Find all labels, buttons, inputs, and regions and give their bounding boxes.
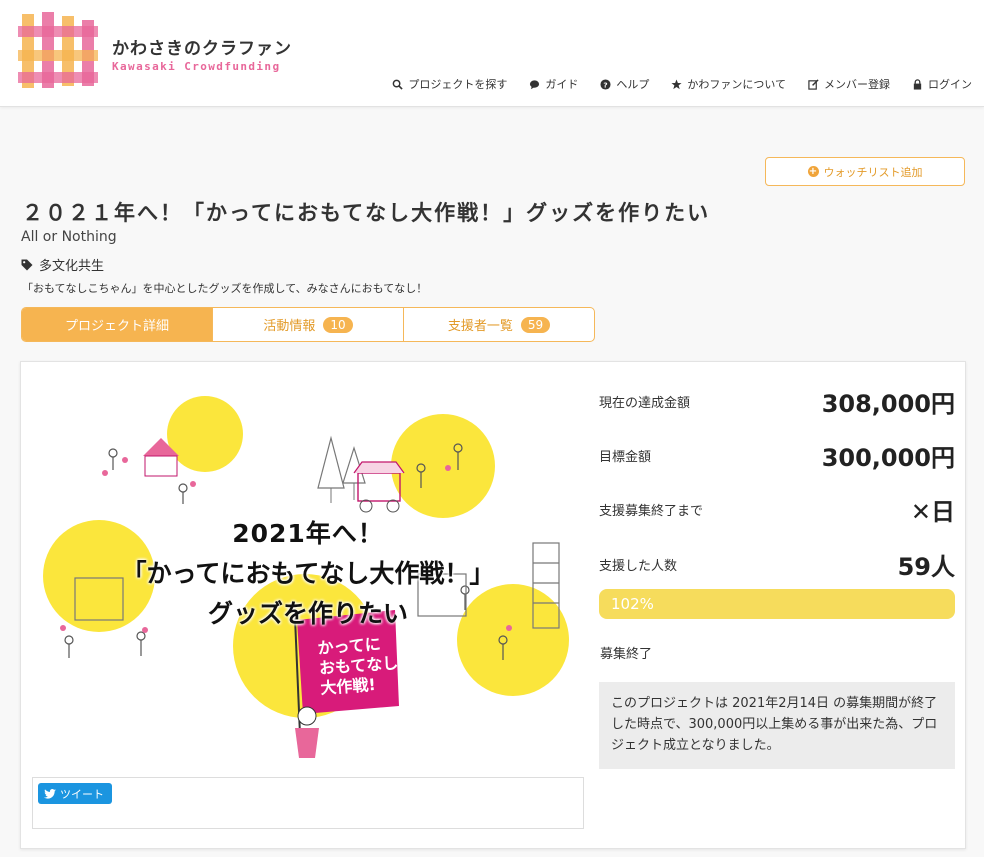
backer-count-label: 支援した人数 bbox=[599, 559, 678, 574]
funding-type: All or Nothing bbox=[21, 229, 117, 245]
tag-icon bbox=[21, 259, 33, 270]
campaign-status: 募集終了 bbox=[600, 647, 653, 662]
tab-project-details[interactable]: プロジェクト詳細 bbox=[22, 308, 212, 341]
watchlist-label: ウォッチリスト追加 bbox=[823, 165, 923, 179]
days-remaining-value: ✕日 bbox=[910, 498, 955, 526]
nav-login[interactable]: ログイン bbox=[912, 76, 972, 92]
tweet-button[interactable]: ツイート bbox=[38, 783, 112, 804]
nav-about[interactable]: かわファンについて bbox=[671, 76, 786, 92]
share-box: ツイート bbox=[32, 777, 584, 829]
category-label: 多文化共生 bbox=[39, 259, 105, 274]
nav-label: かわファンについて bbox=[687, 78, 786, 91]
hero-line-3: グッズを作りたい bbox=[207, 599, 408, 628]
activity-count-badge: 10 bbox=[323, 316, 353, 333]
days-remaining-label: 支援募集終了まで bbox=[599, 504, 704, 519]
search-icon bbox=[392, 79, 403, 90]
nav-guide[interactable]: ガイド bbox=[529, 76, 578, 92]
current-amount-value: 308,000円 bbox=[821, 390, 955, 418]
project-category[interactable]: 多文化共生 bbox=[21, 255, 104, 274]
nav-label: プロジェクトを探す bbox=[408, 78, 508, 91]
tab-label: 支援者一覧 bbox=[447, 319, 513, 334]
add-to-watchlist-button[interactable]: + ウォッチリスト追加 bbox=[765, 157, 965, 186]
chat-icon bbox=[530, 79, 540, 89]
current-amount-label: 現在の達成金額 bbox=[599, 396, 691, 411]
backer-count: 支援した人数 59人 bbox=[599, 547, 955, 582]
edit-icon bbox=[808, 78, 819, 90]
success-notice: このプロジェクトは 2021年2月14日 の募集期間が終了した時点で、300,0… bbox=[599, 682, 955, 769]
funding-progress-bar: 102% bbox=[599, 589, 955, 619]
hero-line-1: 2021年へ！ bbox=[232, 519, 384, 548]
star-icon bbox=[671, 78, 682, 89]
kawafan-logo[interactable] bbox=[16, 8, 102, 94]
lock-icon bbox=[913, 78, 922, 90]
project-tabs: プロジェクト詳細 活動情報 10 支援者一覧 59 bbox=[21, 307, 595, 342]
current-amount: 現在の達成金額 308,000円 bbox=[599, 384, 955, 419]
nav-find-projects[interactable]: プロジェクトを探す bbox=[392, 76, 507, 92]
nav-help[interactable]: ? ヘルプ bbox=[600, 76, 649, 92]
plus-circle-icon: + bbox=[807, 166, 819, 177]
nav-register[interactable]: メンバー登録 bbox=[808, 76, 890, 92]
logo-name-ja: かわさきのクラファン bbox=[112, 39, 292, 59]
help-icon: ? bbox=[600, 78, 611, 90]
goal-amount-label: 目標金額 bbox=[599, 450, 652, 465]
supporters-count-badge: 59 bbox=[520, 316, 551, 333]
project-hero-image[interactable]: 2021年へ！ 「かってにおもてなし大作戦！」 グッズを作りたい かってに おも… bbox=[33, 378, 583, 758]
nav-label: ヘルプ bbox=[616, 78, 650, 91]
project-card: 2021年へ！ 「かってにおもてなし大作戦！」 グッズを作りたい かってに おも… bbox=[20, 361, 966, 849]
backer-count-value: 59人 bbox=[897, 553, 955, 581]
goal-amount: 目標金額 300,000円 bbox=[599, 438, 955, 473]
project-lead: 「おもてなしこちゃん」を中心としたグッズを作成して、みなさんにおもてなし！ bbox=[22, 282, 428, 295]
hero-headline: 2021年へ！ 「かってにおもてなし大作戦！」 グッズを作りたい bbox=[33, 514, 583, 630]
tab-label: プロジェクト詳細 bbox=[64, 319, 169, 334]
tab-label: 活動情報 bbox=[263, 319, 316, 334]
tab-activity[interactable]: 活動情報 10 bbox=[212, 308, 403, 341]
nav-label: メンバー登録 bbox=[824, 78, 890, 91]
nav-label: ログイン bbox=[928, 78, 972, 91]
tab-supporters[interactable]: 支援者一覧 59 bbox=[403, 308, 594, 341]
project-title: ２０２１年へ！「かってにおもてなし大作戦！」グッズを作りたい bbox=[22, 201, 711, 225]
logo-name-en: Kawasaki Crowdfunding bbox=[112, 60, 281, 73]
flag-text: かってに おもてなし 大作戦! bbox=[317, 633, 400, 698]
site-header: かわさきのクラファン Kawasaki Crowdfunding プロジェクトを… bbox=[0, 0, 984, 107]
hero-line-2: 「かってにおもてなし大作戦！」 bbox=[121, 559, 495, 588]
tweet-label: ツイート bbox=[60, 787, 104, 801]
goal-amount-value: 300,000円 bbox=[821, 444, 955, 472]
twitter-bird-icon bbox=[44, 788, 56, 799]
svg-text:?: ? bbox=[604, 80, 608, 89]
days-remaining: 支援募集終了まで ✕日 bbox=[599, 492, 955, 527]
nav-label: ガイド bbox=[545, 78, 579, 91]
main-nav: プロジェクトを探す ガイド ? ヘルプ かわファンについて メンバー登録 ログイ… bbox=[392, 76, 972, 92]
logo-wordmark[interactable]: かわさきのクラファン Kawasaki Crowdfunding bbox=[112, 34, 292, 73]
